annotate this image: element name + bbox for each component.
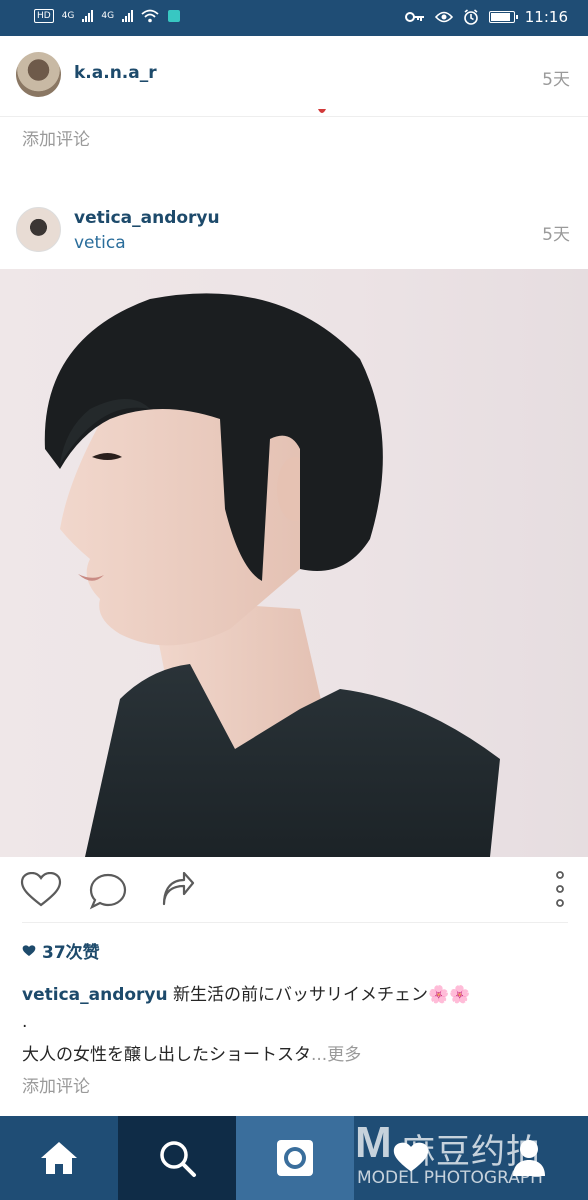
divider	[22, 922, 568, 923]
more-icon[interactable]	[550, 870, 570, 910]
status-bar: HD 4G 4G 11:16	[0, 0, 588, 36]
comment-icon[interactable]	[88, 872, 128, 912]
nav-profile[interactable]	[470, 1116, 588, 1200]
nav-camera[interactable]	[236, 1116, 354, 1200]
post1-time: 5天	[542, 70, 570, 90]
camera-icon	[277, 1140, 313, 1176]
post2-photo[interactable]	[0, 269, 588, 857]
post2-username[interactable]: vetica_andoryu	[74, 208, 220, 228]
clock: 11:16	[524, 8, 568, 26]
signal-icon	[82, 10, 94, 22]
bottom-nav	[0, 1116, 588, 1200]
portrait-illustration	[44, 293, 500, 857]
nav-search[interactable]	[118, 1116, 236, 1200]
hd-badge: HD	[34, 9, 54, 23]
network-label-2: 4G	[101, 11, 115, 21]
post2-header: vetica_andoryu vetica 5天	[0, 190, 588, 269]
post2-action-row	[0, 858, 588, 922]
status-right: 11:16	[404, 8, 568, 26]
nav-activity[interactable]	[352, 1116, 470, 1200]
caption-dot: .	[22, 1012, 28, 1032]
eye-icon	[434, 11, 453, 23]
post1-caption-remnant	[300, 104, 330, 114]
network-label-1: 4G	[61, 11, 75, 21]
heart-icon[interactable]	[20, 872, 62, 908]
caption-line2: 大人の女性を醸し出したショートスタ...更多	[22, 1040, 361, 1065]
divider	[0, 116, 588, 117]
post2-add-comment[interactable]: 添加评论	[22, 1072, 90, 1097]
caption-text: 新生活の前にバッサリイメチェン🌸🌸	[167, 985, 471, 1005]
post1-username[interactable]: k.a.n.a_r	[74, 63, 157, 83]
caption-line2-text: 大人の女性を醸し出したショートスタ	[22, 1045, 311, 1065]
likes-heart-icon	[22, 944, 36, 956]
post2-time: 5天	[542, 225, 570, 245]
post1-header: k.a.n.a_r 5天	[0, 36, 588, 116]
share-icon[interactable]	[160, 872, 196, 908]
home-icon	[41, 1142, 77, 1174]
app-notification-icon	[168, 10, 181, 22]
post2-likes[interactable]: 37次赞	[22, 938, 100, 963]
profile-icon	[513, 1140, 545, 1176]
search-icon	[160, 1141, 196, 1177]
nav-home[interactable]	[0, 1116, 118, 1200]
wifi-icon	[141, 9, 159, 23]
likes-count: 37次赞	[42, 943, 100, 963]
post2-avatar[interactable]	[16, 207, 61, 252]
heart-nav-icon	[393, 1142, 429, 1172]
caption-username[interactable]: vetica_andoryu	[22, 985, 168, 1005]
alarm-icon	[463, 9, 478, 25]
post1-add-comment[interactable]: 添加评论	[22, 125, 90, 150]
battery-icon	[488, 11, 518, 23]
signal-icon-2	[122, 10, 134, 22]
post1-avatar[interactable]	[16, 52, 61, 97]
key-icon	[404, 12, 424, 22]
post2-location[interactable]: vetica	[74, 233, 126, 253]
post2-caption: vetica_andoryu 新生活の前にバッサリイメチェン🌸🌸	[22, 980, 470, 1005]
status-left: HD 4G 4G	[34, 9, 181, 23]
caption-more-link[interactable]: ...更多	[311, 1045, 361, 1065]
